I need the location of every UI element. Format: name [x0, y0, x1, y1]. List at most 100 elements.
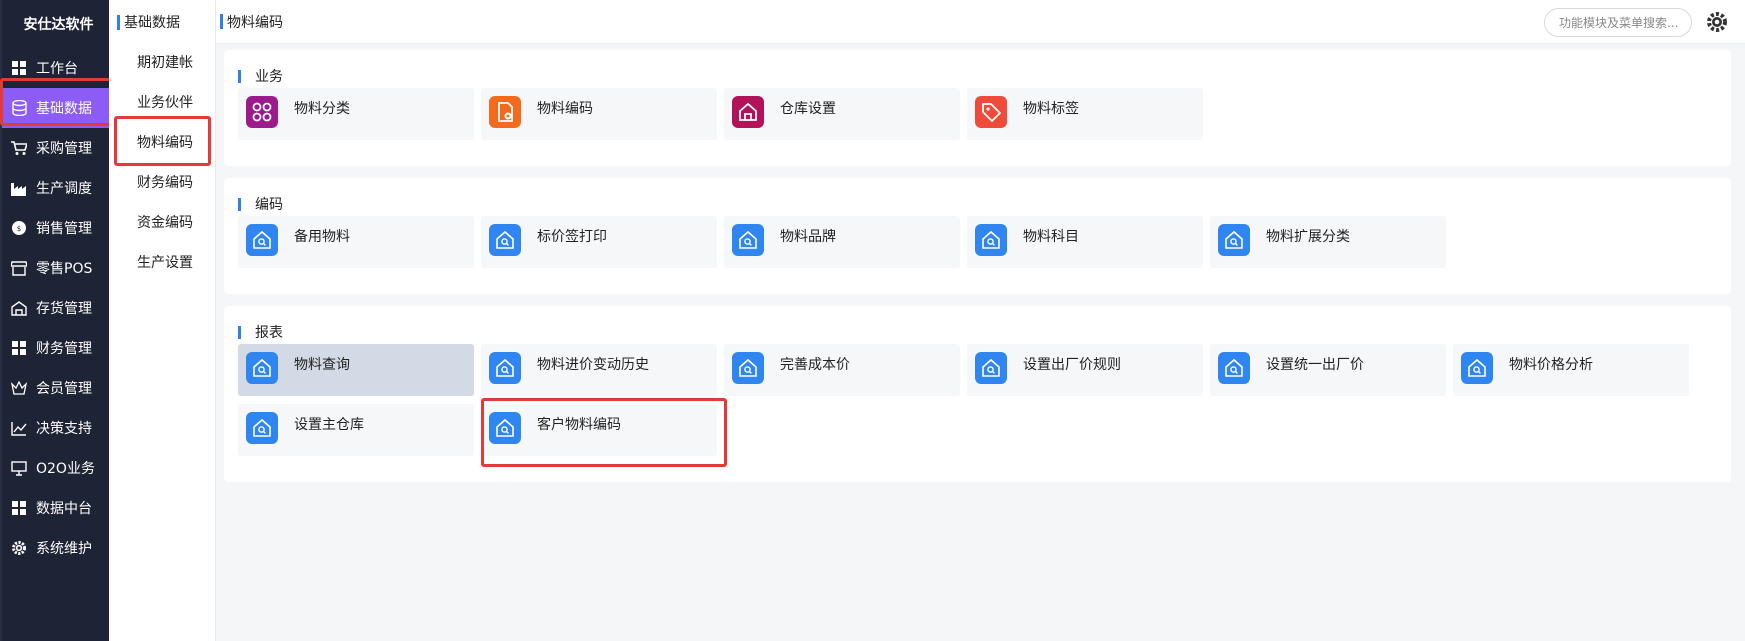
cart-icon: [10, 139, 28, 157]
section-title: 报表: [238, 322, 283, 342]
tile-label: 设置主仓库: [294, 417, 364, 433]
nav-item-label: 会员管理: [36, 381, 92, 397]
tile-label: 物料品牌: [780, 229, 836, 245]
tile-factory-price-rules[interactable]: 设置出厂价规则: [967, 344, 1203, 396]
crown-icon: [10, 379, 28, 397]
nav-item-label: 生产调度: [36, 181, 92, 197]
house-search-icon: [1461, 352, 1493, 384]
grid-icon: [10, 59, 28, 77]
category-icon: [246, 96, 278, 128]
section-business: 业务 物料分类 物料编码 仓库设置 物料标签: [224, 50, 1731, 166]
section-title: 编码: [238, 194, 283, 214]
accent-bar: [220, 14, 223, 29]
submenu: 基础数据 期初建帐 业务伙伴 物料编码 财务编码 资金编码 生产设置: [109, 0, 216, 641]
nav-item-member[interactable]: 会员管理: [2, 368, 109, 408]
submenu-title: 基础数据: [124, 15, 180, 31]
tile-label: 物料扩展分类: [1266, 229, 1350, 245]
tile-material-category[interactable]: 物料分类: [238, 88, 474, 140]
tag-icon: [975, 96, 1007, 128]
section-coding: 编码 备用物料 标价签打印 物料品牌 物料科目 物料扩展分类: [224, 178, 1731, 294]
section-title-text: 业务: [255, 69, 283, 85]
tile-material-brand[interactable]: 物料品牌: [724, 216, 960, 268]
tile-label: 物料价格分析: [1509, 357, 1593, 373]
tile-label: 物料进价变动历史: [537, 357, 649, 373]
nav-item-label: 零售POS: [36, 261, 93, 277]
tile-unified-factory-price[interactable]: 设置统一出厂价: [1210, 344, 1446, 396]
house-search-icon: [975, 224, 1007, 256]
tile-main-warehouse[interactable]: 设置主仓库: [238, 404, 474, 456]
tile-label: 物料科目: [1023, 229, 1079, 245]
tile-material-subject[interactable]: 物料科目: [967, 216, 1203, 268]
tile-material-ext-category[interactable]: 物料扩展分类: [1210, 216, 1446, 268]
nav-item-label: 存货管理: [36, 301, 92, 317]
house-search-icon: [489, 352, 521, 384]
monitor-icon: [10, 459, 28, 477]
grid-icon: [10, 499, 28, 517]
house-icon: [732, 96, 764, 128]
sales-icon: $: [10, 219, 28, 237]
accent-bar: [238, 197, 241, 211]
nav-item-label: 采购管理: [36, 141, 92, 157]
accent-bar: [238, 325, 241, 339]
tile-label: 物料分类: [294, 101, 350, 117]
top-bar: 物料编码: [216, 0, 1745, 44]
nav-item-label: 销售管理: [36, 221, 92, 237]
brand-title: 安仕达软件: [23, 17, 94, 33]
tile-label: 备用物料: [294, 229, 350, 245]
accent-bar: [117, 14, 120, 30]
highlight-customer-material-code: [481, 398, 727, 467]
submenu-item[interactable]: 财务编码: [109, 162, 215, 202]
nav-item-label: 系统维护: [36, 541, 92, 557]
factory-icon: [10, 179, 28, 197]
doc-gear-icon: [489, 96, 521, 128]
chart-icon: [10, 419, 28, 437]
house-search-icon: [1218, 224, 1250, 256]
tile-complete-cost-price[interactable]: 完善成本价: [724, 344, 960, 396]
tile-price-tag-print[interactable]: 标价签打印: [481, 216, 717, 268]
submenu-item[interactable]: 资金编码: [109, 202, 215, 242]
nav-item-label: 决策支持: [36, 421, 92, 437]
section-title-text: 报表: [255, 325, 283, 341]
grid-icon: [10, 339, 28, 357]
submenu-header: 基础数据: [109, 0, 215, 44]
tile-purchase-price-history[interactable]: 物料进价变动历史: [481, 344, 717, 396]
tile-material-tag[interactable]: 物料标签: [967, 88, 1203, 140]
nav-item-label: 数据中台: [36, 501, 92, 517]
nav-item-label: O2O业务: [36, 461, 95, 477]
svg-text:$: $: [17, 225, 21, 233]
nav-item-datacenter[interactable]: 数据中台: [2, 488, 109, 528]
settings-gear-icon[interactable]: [1706, 11, 1728, 33]
section-title: 业务: [238, 66, 283, 86]
submenu-item[interactable]: 期初建帐: [109, 42, 215, 82]
house-search-icon: [975, 352, 1007, 384]
tile-material-code[interactable]: 物料编码: [481, 88, 717, 140]
tile-material-price-analysis[interactable]: 物料价格分析: [1453, 344, 1689, 396]
house-search-icon: [732, 224, 764, 256]
tile-spare-material[interactable]: 备用物料: [238, 216, 474, 268]
highlight-basic-data: [0, 78, 112, 126]
nav-item-pos[interactable]: 零售POS: [2, 248, 109, 288]
house-search-icon: [732, 352, 764, 384]
nav-item-decision[interactable]: 决策支持: [2, 408, 109, 448]
nav-item-inventory[interactable]: 存货管理: [2, 288, 109, 328]
section-title-text: 编码: [255, 197, 283, 213]
main-content: 业务 物料分类 物料编码 仓库设置 物料标签 编码 备用物料 标价签打印 物料品…: [216, 44, 1745, 641]
house-search-icon: [246, 352, 278, 384]
nav-item-production[interactable]: 生产调度: [2, 168, 109, 208]
nav-item-finance[interactable]: 财务管理: [2, 328, 109, 368]
gear-icon: [10, 539, 28, 557]
submenu-item[interactable]: 生产设置: [109, 242, 215, 282]
nav-item-o2o[interactable]: O2O业务: [2, 448, 109, 488]
tile-label: 仓库设置: [780, 101, 836, 117]
tile-label: 物料标签: [1023, 101, 1079, 117]
tile-material-query[interactable]: 物料查询: [238, 344, 474, 396]
warehouse-icon: [10, 299, 28, 317]
house-search-icon: [246, 224, 278, 256]
search-input[interactable]: 功能模块及菜单搜索...: [1544, 8, 1692, 37]
tile-warehouse-settings[interactable]: 仓库设置: [724, 88, 960, 140]
house-search-icon: [246, 412, 278, 444]
house-search-icon: [1218, 352, 1250, 384]
nav-item-purchase[interactable]: 采购管理: [2, 128, 109, 168]
nav-item-sales[interactable]: $ 销售管理: [2, 208, 109, 248]
nav-item-system[interactable]: 系统维护: [2, 528, 109, 568]
